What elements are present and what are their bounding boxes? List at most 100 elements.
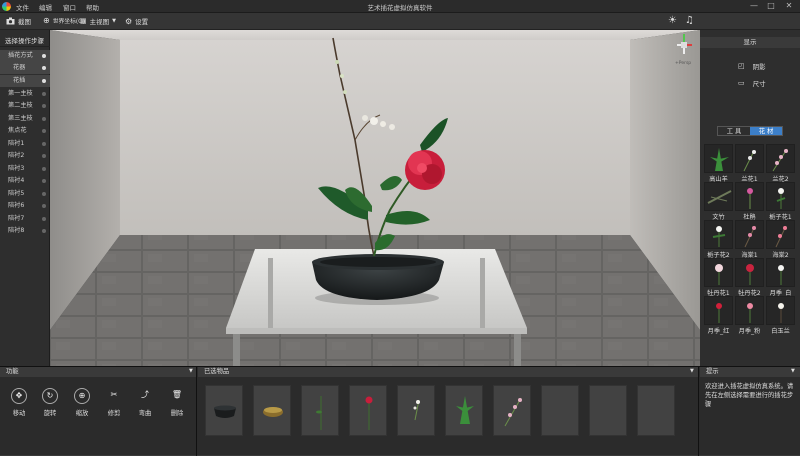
- trim-label: 修剪: [107, 410, 121, 417]
- material-tile[interactable]: [766, 220, 795, 249]
- material-tile[interactable]: [735, 258, 764, 287]
- bottom-panel: 功能 ▼ ✥ 移动 ↻ 旋转 ⊕ 缩放 ✂ 修剪 ⤴ 弯曲 🗑 删除 已选物品 ▼ 提示 ▼…: [0, 366, 800, 456]
- grid-icon: ▦: [80, 17, 87, 25]
- light-icon[interactable]: ☀: [668, 15, 677, 26]
- hint-header: 提示: [700, 367, 800, 377]
- step-label: 陪衬6: [8, 202, 25, 209]
- delete-button[interactable]: 🗑 删除: [162, 388, 192, 417]
- chevron-down-icon[interactable]: ▼: [690, 368, 694, 374]
- settings-button[interactable]: ⚙ 设置: [125, 16, 149, 27]
- steps-panel: 选择操作步骤 插花方式 花器 花插 第一主枝 第二主枝 第三主枝 焦点花 陪衬1…: [0, 30, 50, 366]
- selected-item-slot[interactable]: [637, 385, 675, 436]
- step-filler-2[interactable]: 陪衬2: [0, 150, 50, 162]
- material-tile[interactable]: [704, 296, 733, 325]
- chevron-down-icon: ▼: [112, 18, 116, 24]
- selected-header: 已选物品: [198, 367, 698, 377]
- step-status-dot: [42, 154, 46, 158]
- selected-item-slot[interactable]: [589, 385, 627, 436]
- step-arrangement-style[interactable]: 插花方式: [0, 50, 50, 63]
- selected-item-slot[interactable]: [445, 385, 483, 436]
- scene-render: [50, 30, 700, 366]
- material-tile[interactable]: [735, 220, 764, 249]
- step-kenzan[interactable]: 花插: [0, 75, 50, 88]
- tab-tools[interactable]: 工 具: [718, 127, 750, 135]
- material-tile[interactable]: [766, 182, 795, 211]
- tab-materials[interactable]: 花 材: [750, 127, 782, 135]
- bend-button[interactable]: ⤴ 弯曲: [130, 388, 160, 417]
- material-label: 白玉兰: [771, 328, 790, 335]
- shadow-toggle[interactable]: ◰ 阴影: [738, 61, 766, 71]
- step-vase[interactable]: 花器: [0, 62, 50, 75]
- material-tile[interactable]: [766, 258, 795, 287]
- step-status-dot: [42, 142, 46, 146]
- chevron-down-icon[interactable]: ▼: [189, 368, 193, 374]
- scale-button[interactable]: ⊕ 缩放: [67, 388, 97, 417]
- close-button[interactable]: ✕: [784, 1, 794, 11]
- step-main-branch-1[interactable]: 第一主枝: [0, 88, 50, 100]
- step-label: 陪衬1: [8, 140, 25, 147]
- material-tile[interactable]: [704, 182, 733, 211]
- move-button[interactable]: ✥ 移动: [4, 388, 34, 417]
- step-label: 陪衬2: [8, 152, 25, 159]
- window-title: 艺术插花虚拟仿真软件: [367, 4, 433, 12]
- step-main-branch-3[interactable]: 第三主枝: [0, 113, 50, 125]
- screenshot-label: 截图: [18, 18, 31, 26]
- material-tile[interactable]: [704, 144, 733, 173]
- step-status-dot: [42, 104, 46, 108]
- material-label: 月季_红: [707, 328, 730, 335]
- material-tile[interactable]: [766, 296, 795, 325]
- selected-item-slot[interactable]: [301, 385, 339, 436]
- step-filler-1[interactable]: 陪衬1: [0, 138, 50, 150]
- chevron-down-icon[interactable]: ▼: [791, 368, 795, 374]
- camera-icon: [6, 17, 15, 25]
- step-label: 花器: [13, 64, 26, 71]
- step-label: 陪衬8: [8, 227, 25, 234]
- selected-item-slot[interactable]: [493, 385, 531, 436]
- hint-text: 欢迎进入插花虚拟仿真系统。请先在左侧选择需要进行的插花步骤: [705, 383, 794, 408]
- delete-label: 删除: [170, 410, 184, 417]
- selected-item-slot[interactable]: [253, 385, 291, 436]
- display-header: 显示: [700, 37, 800, 48]
- step-label: 陪衬4: [8, 177, 25, 184]
- settings-label: 设置: [135, 18, 149, 26]
- music-icon[interactable]: ♫: [685, 15, 694, 26]
- step-filler-6[interactable]: 陪衬6: [0, 200, 50, 212]
- step-status-dot: [42, 204, 46, 208]
- screenshot-button[interactable]: 截图: [6, 16, 31, 26]
- material-tile[interactable]: [766, 144, 795, 173]
- material-tile[interactable]: [735, 182, 764, 211]
- selected-item-slot[interactable]: [397, 385, 435, 436]
- step-filler-4[interactable]: 陪衬4: [0, 175, 50, 187]
- material-tile[interactable]: [735, 144, 764, 173]
- step-main-branch-2[interactable]: 第二主枝: [0, 100, 50, 112]
- step-label: 插花方式: [8, 52, 33, 59]
- selected-item-slot[interactable]: [541, 385, 579, 436]
- material-tile[interactable]: [704, 220, 733, 249]
- materials-grid: 高山羊 兰花1 兰花2 文竹 杜鹃 栀子花1 栀子花2 海棠1 海棠2 牡丹花1…: [700, 142, 800, 366]
- step-status-dot: [42, 167, 46, 171]
- panel-tabs: 工 具 花 材: [717, 126, 783, 136]
- coordinate-toggle[interactable]: ⊕ 世界坐标(G): [43, 16, 85, 25]
- material-tile[interactable]: [704, 258, 733, 287]
- view-dropdown[interactable]: ▦ 主视图 ▼: [80, 16, 116, 26]
- step-focal-flower[interactable]: 焦点花: [0, 125, 50, 137]
- ruler-icon: ▭: [738, 79, 745, 87]
- move-icon: ✥: [11, 388, 27, 404]
- trim-button[interactable]: ✂ 修剪: [99, 388, 129, 417]
- step-filler-3[interactable]: 陪衬3: [0, 163, 50, 175]
- maximize-button[interactable]: □: [766, 1, 776, 11]
- step-filler-5[interactable]: 陪衬5: [0, 188, 50, 200]
- rotate-button[interactable]: ↻ 旋转: [35, 388, 65, 417]
- step-status-dot: [42, 217, 46, 221]
- material-tile[interactable]: [735, 296, 764, 325]
- step-label: 第三主枝: [8, 115, 33, 122]
- selected-item-slot[interactable]: [205, 385, 243, 436]
- step-label: 陪衬7: [8, 215, 25, 222]
- selected-item-slot[interactable]: [349, 385, 387, 436]
- step-label: 焦点花: [8, 127, 27, 134]
- 3d-viewport[interactable]: +Persp: [50, 30, 700, 366]
- step-filler-8[interactable]: 陪衬8: [0, 225, 50, 237]
- size-toggle[interactable]: ▭ 尺寸: [738, 78, 766, 88]
- step-filler-7[interactable]: 陪衬7: [0, 213, 50, 225]
- minimize-button[interactable]: —: [749, 1, 759, 11]
